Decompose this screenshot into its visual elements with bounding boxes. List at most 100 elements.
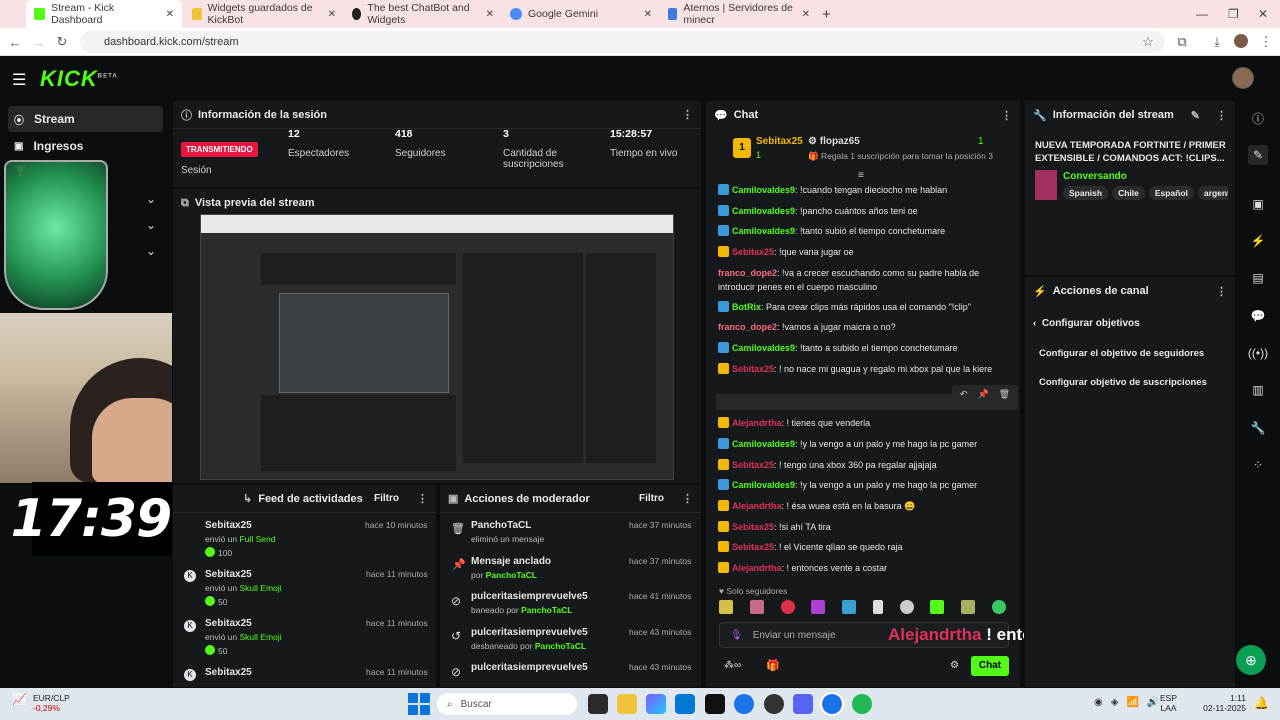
tag-chip[interactable]: argenti [1197, 186, 1228, 200]
chat-username[interactable]: Sebitax25 [732, 364, 774, 374]
emote-icon[interactable] [899, 600, 914, 614]
chat-message[interactable]: Alejandrtha: ! tienes que venderla [718, 416, 1008, 430]
forward-icon[interactable]: → [29, 32, 49, 52]
chat-username[interactable]: Sebitax25 [732, 522, 774, 532]
send-chat-button[interactable]: Chat [971, 656, 1009, 676]
chat-message[interactable]: Camilovaldes9: !tanto subió el tiempo co… [718, 224, 1008, 238]
close-icon[interactable]: ✕ [328, 9, 336, 20]
volume-icon[interactable]: 🔊 [1147, 697, 1159, 708]
tab-kick-dashboard[interactable]: Stream - Kick Dashboard ✕ [26, 0, 182, 28]
collapse-icon[interactable]: ≡ [858, 170, 864, 181]
chat-message[interactable]: Sebitax25: ! tengo una xbox 360 pa regal… [718, 458, 1008, 472]
discord-icon[interactable] [793, 694, 813, 714]
minimize-button[interactable]: — [1196, 0, 1208, 28]
more-options-icon[interactable]: ⋮ [682, 108, 693, 121]
back-to-goals-button[interactable]: ‹ Configurar objetivos [1033, 318, 1140, 329]
maximize-button[interactable]: ❐ [1228, 0, 1239, 28]
goal-followers-item[interactable]: Configurar el objetivo de seguidores [1039, 348, 1204, 359]
chat-username[interactable]: Camilovaldes9 [732, 480, 795, 490]
microphone-icon[interactable]: 🎙 [730, 630, 743, 641]
emote-icon[interactable] [991, 600, 1006, 614]
more-options-icon[interactable]: ⋮ [1001, 109, 1012, 122]
wifi-icon[interactable]: 📶 [1126, 697, 1138, 708]
chrome-icon[interactable] [734, 694, 754, 714]
tag-chip[interactable]: Español [1148, 186, 1194, 200]
emote-icon[interactable] [961, 600, 976, 614]
tab-aternos[interactable]: Aternos | Servidores de minecr ✕ [660, 0, 818, 28]
chat-message[interactable]: Sebitax25: !si ahí TA tira [718, 520, 1008, 534]
feed-filter-button[interactable]: Filtro [374, 493, 399, 504]
chevron-down-icon[interactable]: ⌄ [146, 192, 156, 206]
taskbar-search-input[interactable]: ⌕ Buscar [437, 693, 577, 715]
chat-message[interactable]: franco_dope2: !vamos a jugar maicra o no… [718, 320, 1008, 334]
more-options-icon[interactable]: ⋮ [682, 492, 693, 505]
back-icon[interactable]: ← [5, 32, 25, 52]
gift-icon[interactable]: 🎁 [766, 659, 780, 672]
close-window-button[interactable]: ✕ [1258, 0, 1268, 28]
pencil-icon[interactable]: ✎ [1248, 145, 1268, 165]
sidebar-item-stream[interactable]: ⦿ Stream [8, 106, 163, 132]
info-icon[interactable]: ⓘ [1248, 108, 1268, 128]
copilot-icon[interactable] [646, 694, 666, 714]
tab-widgets[interactable]: Widgets guardados de KickBot ✕ [184, 0, 344, 28]
chat-message[interactable]: Alejandrtha: ! entonces vente a costar [718, 561, 1008, 575]
emote-icon[interactable] [749, 600, 764, 614]
lightning-icon[interactable]: ⚡ [1248, 231, 1268, 251]
emote-icon[interactable] [811, 600, 826, 614]
chat-message[interactable]: Sebitax25: ! no nace mi guagua y regalo … [718, 362, 1008, 376]
chat-username[interactable]: Camilovaldes9 [732, 206, 795, 216]
emote-icon[interactable] [719, 600, 733, 614]
chat-username[interactable]: Camilovaldes9 [732, 185, 795, 195]
tray-app-icon[interactable]: ◈ [1111, 697, 1119, 708]
chat-settings-gear-icon[interactable]: ⚙ [950, 660, 959, 671]
hamburger-menu-icon[interactable]: ☰ [12, 70, 26, 90]
emote-icon[interactable] [872, 600, 883, 614]
notifications-icon[interactable]: 🔔 [1254, 696, 1269, 710]
chat-username[interactable]: Alejandrtha [732, 501, 782, 511]
close-icon[interactable]: ✕ [802, 9, 810, 20]
broadcast-icon[interactable]: ((•)) [1248, 343, 1268, 363]
emote-icon[interactable] [780, 600, 795, 614]
chat-message[interactable]: Camilovaldes9: !tanto a subido el tiempo… [718, 341, 1008, 355]
stocks-widget[interactable]: EUR/CLP -0,29% [33, 693, 70, 713]
taskview-icon[interactable] [588, 694, 608, 714]
chat-icon[interactable]: 💬 [1248, 306, 1268, 326]
document-icon[interactable]: ▤ [1248, 268, 1268, 288]
close-icon[interactable]: ✕ [644, 9, 652, 20]
chat-username[interactable]: Camilovaldes9 [732, 439, 795, 449]
delete-icon[interactable]: 🗑 [999, 389, 1010, 400]
chat-username[interactable]: franco_dope2 [718, 322, 777, 332]
chat-message[interactable]: Camilovaldes9: !cuando tengan dieciocho … [718, 183, 1008, 197]
spotify-icon[interactable] [852, 694, 872, 714]
chrome-active-icon[interactable] [820, 692, 844, 716]
github-desktop-icon[interactable] [764, 694, 784, 714]
chat-username[interactable]: Sebitax25 [732, 247, 774, 257]
chat-message[interactable]: Alejandrtha: ! ésa wuea está en la basur… [718, 499, 1008, 513]
chat-message[interactable]: Camilovaldes9: !y la vengo a un palo y m… [718, 437, 1008, 451]
category-name[interactable]: Conversando [1063, 171, 1127, 182]
download-icon[interactable]: ⤓ [1207, 32, 1227, 52]
kick-logo[interactable]: KICKBETA [40, 66, 118, 92]
sidebar-item-ingresos[interactable]: ▣ Ingresos [8, 133, 163, 159]
chat-username[interactable]: Camilovaldes9 [732, 226, 795, 236]
more-options-icon[interactable]: ⋮ [1216, 285, 1227, 298]
url-input[interactable]: dashboard.kick.com/stream [80, 31, 1165, 53]
file-explorer-icon[interactable] [617, 694, 637, 714]
browser-menu-icon[interactable]: ⋮ [1256, 32, 1276, 52]
more-options-icon[interactable]: ⋮ [1216, 109, 1227, 122]
store-icon[interactable] [675, 694, 695, 714]
profile-avatar[interactable] [1234, 34, 1248, 48]
stream-preview-video[interactable] [200, 214, 674, 480]
tools-icon[interactable]: 🔧 [1248, 418, 1268, 438]
chat-message[interactable]: BotRix: Para crear clips más rápidos usa… [718, 300, 1008, 314]
tab-chatbot[interactable]: The best ChatBot and Widgets ✕ [344, 0, 502, 28]
goal-subs-item[interactable]: Configurar objetivo de suscripciones [1039, 377, 1207, 388]
language-indicator[interactable]: ESP LAA [1160, 693, 1177, 713]
chat-message[interactable]: Camilovaldes9: !y la vengo a un palo y m… [718, 478, 1008, 492]
tab-gemini[interactable]: Google Gemini ✕ [502, 0, 660, 28]
capture-icon[interactable]: ▣ [1248, 194, 1268, 214]
reply-icon[interactable]: ↶ [960, 389, 968, 400]
chat-username[interactable]: BotRix [732, 302, 761, 312]
taskbar-clock[interactable]: 1:11 02-11-2025 [1194, 693, 1246, 713]
gift-prompt[interactable]: 🎁 Regala 1 suscripción para tomar la pos… [808, 151, 993, 162]
